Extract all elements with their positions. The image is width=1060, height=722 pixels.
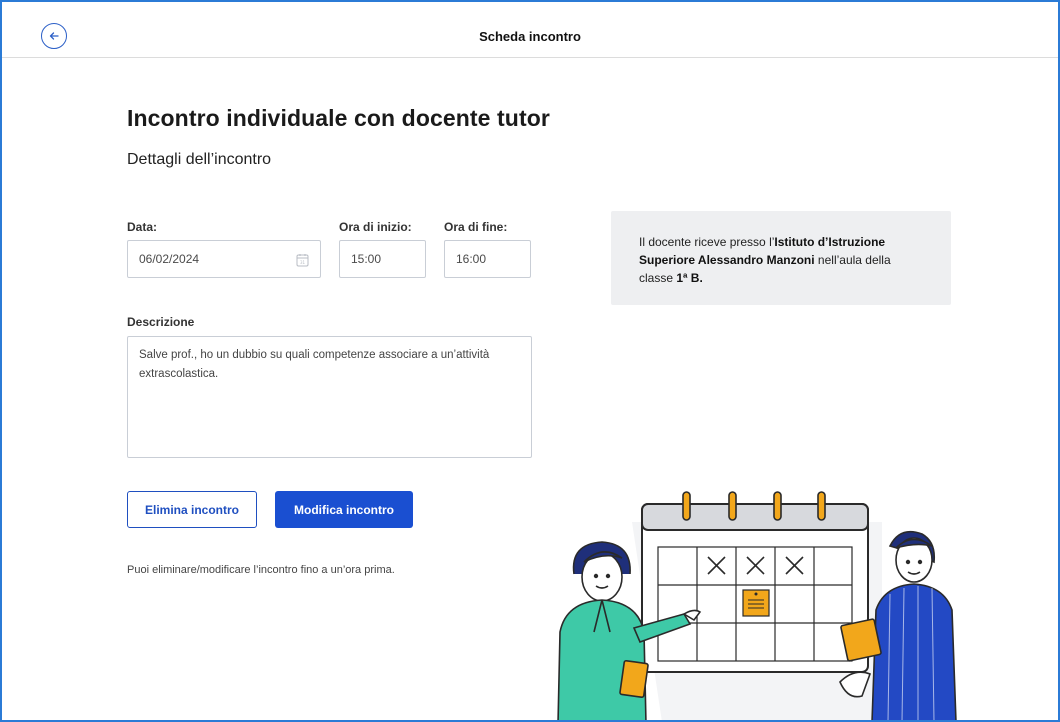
page-title: Incontro individuale con docente tutor <box>127 105 550 131</box>
start-time-label: Ora di inizio: <box>339 220 412 234</box>
svg-text:31: 31 <box>300 260 306 265</box>
end-time-field[interactable]: 16:00 <box>444 240 531 278</box>
description-textarea[interactable]: Salve prof., ho un dubbio su quali compe… <box>127 336 532 458</box>
info-suffix: . <box>699 271 703 285</box>
date-label: Data: <box>127 220 158 234</box>
location-info-box: Il docente riceve presso l’Istituto d’Is… <box>611 211 951 305</box>
page-header-title: Scheda incontro <box>479 29 581 44</box>
start-time-field[interactable]: 15:00 <box>339 240 426 278</box>
meeting-illustration <box>557 491 957 720</box>
calendar-icon[interactable]: 31 <box>296 253 309 267</box>
info-prefix: Il docente riceve presso l’ <box>639 235 775 249</box>
edit-hint-text: Puoi eliminare/modificare l’incontro fin… <box>127 564 395 576</box>
top-bar: Scheda incontro <box>2 2 1058 58</box>
delete-meeting-button[interactable]: Elimina incontro <box>127 491 257 528</box>
date-field[interactable]: 06/02/2024 31 <box>127 240 321 278</box>
info-classroom: 1ª B <box>676 271 700 285</box>
description-label: Descrizione <box>127 315 195 329</box>
app-window: Scheda incontro Incontro individuale con… <box>0 0 1060 722</box>
end-time-value: 16:00 <box>456 252 487 266</box>
start-time-value: 15:00 <box>351 252 382 266</box>
edit-meeting-button[interactable]: Modifica incontro <box>275 491 413 528</box>
date-value: 06/02/2024 <box>139 252 200 266</box>
section-subtitle: Dettagli dell’incontro <box>127 151 272 168</box>
end-time-label: Ora di fine: <box>444 220 508 234</box>
